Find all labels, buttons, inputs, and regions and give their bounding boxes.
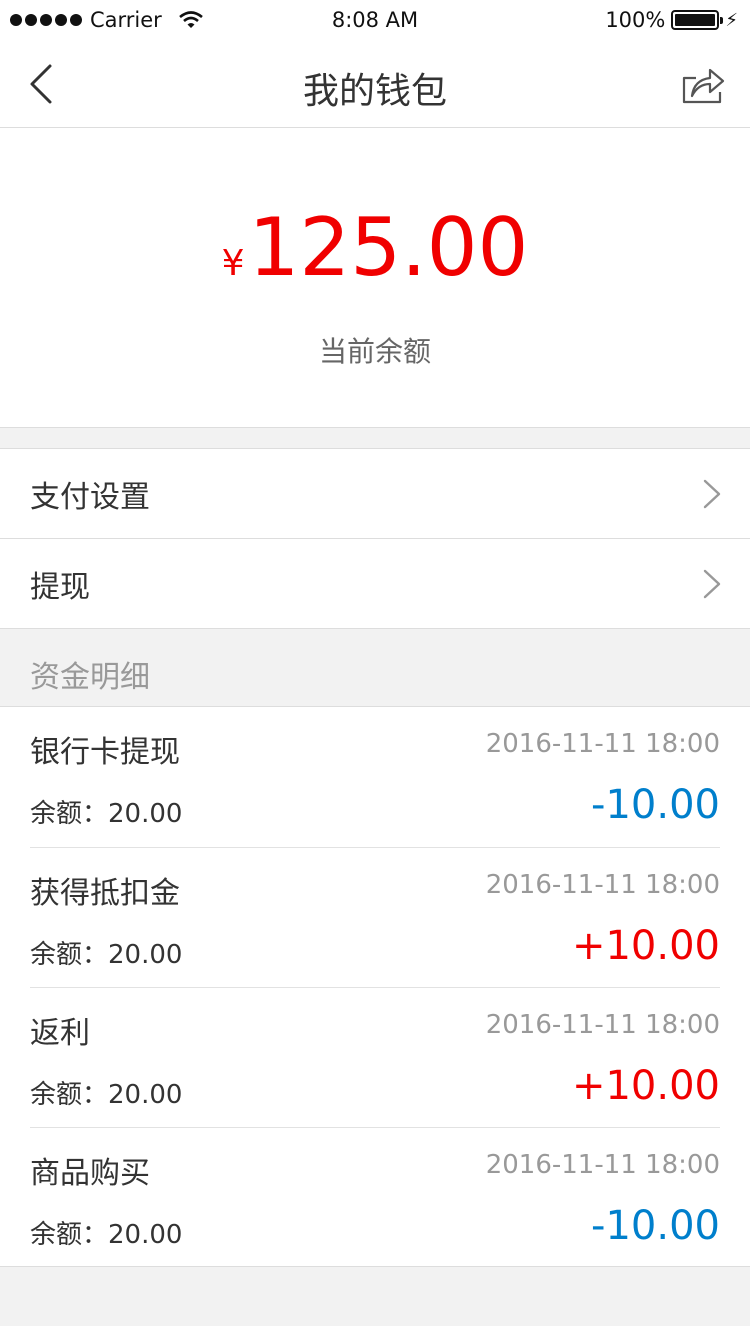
battery-icon (671, 10, 724, 30)
page-title: 我的钱包 (302, 71, 447, 112)
currency-symbol: ¥ (221, 243, 245, 284)
transaction-time: 2016-11-11 18:00 (485, 1150, 720, 1180)
settings-menu: 支付设置 提现 (0, 448, 750, 629)
balance-label: 当前余额 (318, 335, 431, 368)
navigation-bar: 我的钱包 (0, 40, 750, 128)
transaction-amount: -10.00 (591, 782, 720, 828)
balance-amount-row: ¥ 125.00 (0, 200, 750, 296)
transaction-title: 返利 (30, 1016, 90, 1051)
chevron-right-icon (703, 569, 721, 599)
transaction-title: 银行卡提现 (30, 735, 180, 770)
transaction-title: 商品购买 (30, 1156, 150, 1191)
menu-item-label: 提现 (30, 569, 90, 605)
battery-percent: 100% (605, 8, 666, 32)
transaction-row[interactable]: 商品购买 2016-11-11 18:00 余额：20.00 -10.00 (30, 1127, 720, 1267)
transaction-balance: 余额：20.00 (30, 1080, 183, 1110)
transaction-time: 2016-11-11 18:00 (485, 1010, 720, 1040)
charging-icon: ⚡ (725, 9, 738, 31)
battery-group: 100% ⚡ (605, 8, 738, 32)
transaction-row[interactable]: 银行卡提现 2016-11-11 18:00 余额：20.00 -10.00 (30, 707, 720, 847)
transaction-row[interactable]: 返利 2016-11-11 18:00 余额：20.00 +10.00 (30, 987, 720, 1127)
transaction-title: 获得抵扣金 (30, 876, 180, 911)
transaction-balance: 余额：20.00 (30, 1220, 183, 1250)
transaction-balance: 余额：20.00 (30, 940, 183, 970)
balance-amount: 125.00 (248, 201, 529, 294)
transaction-list: 银行卡提现 2016-11-11 18:00 余额：20.00 -10.00 获… (0, 706, 750, 1267)
menu-item-label: 支付设置 (30, 479, 150, 515)
chevron-right-icon (703, 479, 721, 509)
transaction-time: 2016-11-11 18:00 (485, 870, 720, 900)
transaction-row[interactable]: 获得抵扣金 2016-11-11 18:00 余额：20.00 +10.00 (30, 847, 720, 987)
status-bar: Carrier 8:08 AM 100% ⚡ (0, 0, 750, 40)
menu-item-payment-settings[interactable]: 支付设置 (0, 449, 750, 538)
transaction-amount: +10.00 (571, 923, 720, 969)
transaction-amount: -10.00 (591, 1203, 720, 1249)
menu-item-withdraw[interactable]: 提现 (0, 538, 750, 628)
transaction-balance: 余额：20.00 (30, 799, 183, 829)
transaction-time: 2016-11-11 18:00 (485, 729, 720, 759)
balance-card: ¥ 125.00 当前余额 (0, 128, 750, 428)
share-icon[interactable] (680, 62, 726, 106)
transaction-amount: +10.00 (571, 1063, 720, 1109)
details-section-title: 资金明细 (30, 660, 150, 695)
